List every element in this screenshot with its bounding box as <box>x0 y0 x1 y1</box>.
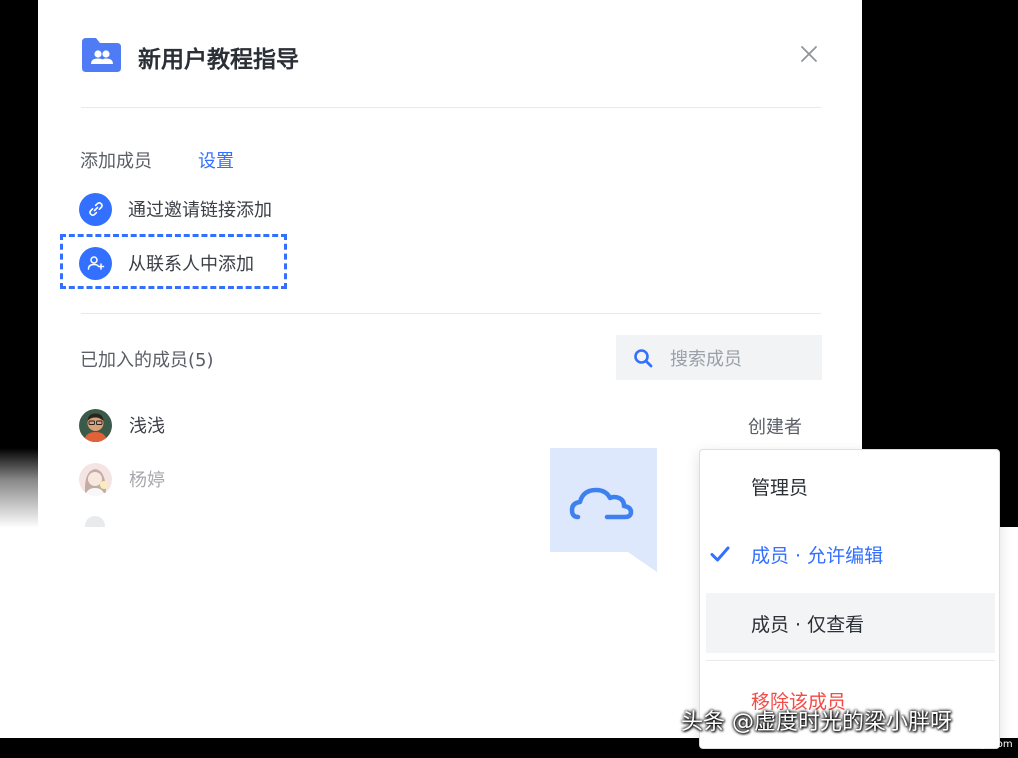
header-divider <box>81 107 821 108</box>
add-contact-icon <box>79 246 112 280</box>
close-icon[interactable] <box>800 45 818 63</box>
search-icon <box>634 348 653 367</box>
search-members-input[interactable]: 搜索成员 <box>616 335 822 380</box>
watermark: 头条 @虚度时光的梁小胖呀 <box>681 710 952 735</box>
member-role[interactable]: 创建者 <box>748 413 802 439</box>
check-icon <box>710 546 730 562</box>
menu-item-label: 成员 · 允许编辑 <box>751 544 884 567</box>
link-icon <box>79 192 112 226</box>
section-divider <box>81 313 821 314</box>
shared-folder-icon <box>82 38 121 72</box>
add-from-contacts-label: 从联系人中添加 <box>128 254 254 275</box>
dialog-header: 新用户教程指导 <box>38 0 862 108</box>
settings-link[interactable]: 设置 <box>198 147 234 173</box>
menu-item-label: 成员 · 仅查看 <box>751 613 865 636</box>
avatar <box>79 408 112 442</box>
cloud-message-icon <box>550 448 657 572</box>
dialog-title: 新用户教程指导 <box>138 47 299 73</box>
menu-item-admin[interactable]: 管理员 <box>700 456 999 516</box>
menu-item-member-edit[interactable]: 成员 · 允许编辑 <box>700 524 999 584</box>
menu-item-member-view[interactable]: 成员 · 仅查看 <box>706 593 995 653</box>
menu-divider <box>706 660 995 661</box>
invite-link-label: 通过邀请链接添加 <box>128 200 272 221</box>
member-row[interactable]: 杨婷 <box>79 462 165 496</box>
member-row[interactable]: 浅浅 <box>79 408 165 442</box>
menu-item-label: 管理员 <box>751 476 809 499</box>
invite-link-option[interactable]: 通过邀请链接添加 <box>79 192 272 226</box>
avatar <box>79 462 112 496</box>
watermark-site: www.dnzp.com <box>937 739 1013 750</box>
avatar <box>85 516 105 527</box>
member-dialog: 新用户教程指导 添加成员 设置 通过邀请链接添加 从联系人中添加 已加入的成员(… <box>38 0 862 527</box>
member-name: 杨婷 <box>129 470 165 491</box>
add-from-contacts-option[interactable]: 从联系人中添加 <box>79 246 254 280</box>
members-count-label: 已加入的成员(5) <box>80 350 214 371</box>
member-name: 浅浅 <box>129 416 165 437</box>
search-placeholder: 搜索成员 <box>670 348 742 370</box>
add-members-label: 添加成员 <box>80 151 152 172</box>
